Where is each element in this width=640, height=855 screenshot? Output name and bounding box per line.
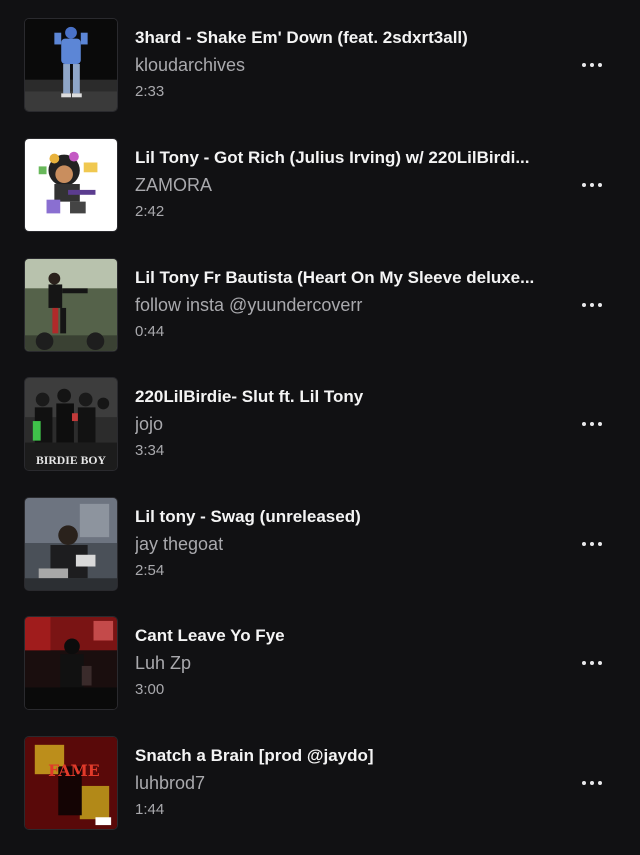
album-art[interactable]: FAME	[24, 736, 118, 830]
album-art[interactable]	[24, 497, 118, 591]
track-artist[interactable]: jojo	[135, 413, 555, 435]
track-artist[interactable]: luhbrod7	[135, 772, 555, 794]
track-row[interactable]: Lil tony - Swag (unreleased) jay thegoat…	[0, 497, 640, 597]
more-dot	[590, 63, 594, 67]
track-title[interactable]: Snatch a Brain [prod @jaydo]	[135, 745, 555, 767]
album-art[interactable]	[24, 616, 118, 710]
more-options-button[interactable]	[574, 52, 610, 78]
track-title[interactable]: 220LilBirdie- Slut ft. Lil Tony	[135, 386, 555, 408]
track-meta: Lil tony - Swag (unreleased) jay thegoat…	[135, 497, 555, 581]
more-options-button[interactable]	[574, 172, 610, 198]
track-row[interactable]: Cant Leave Yo Fye Luh Zp 3:00	[0, 616, 640, 716]
track-row[interactable]: Lil Tony - Got Rich (Julius Irving) w/ 2…	[0, 138, 640, 238]
more-dot	[590, 303, 594, 307]
track-artist[interactable]: follow insta @yuundercoverr	[135, 294, 555, 316]
track-list: 3hard - Shake Em' Down (feat. 2sdxrt3all…	[0, 0, 640, 855]
track-row[interactable]: Lil Tony Fr Bautista (Heart On My Sleeve…	[0, 258, 640, 358]
track-duration: 2:42	[135, 203, 165, 220]
more-dot	[598, 661, 602, 665]
track-duration: 0:44	[135, 323, 165, 340]
track-title[interactable]: Lil Tony - Got Rich (Julius Irving) w/ 2…	[135, 147, 555, 169]
more-horizontal-icon	[582, 542, 586, 546]
track-meta: Snatch a Brain [prod @jaydo] luhbrod7 1:…	[135, 736, 555, 820]
more-dot	[590, 781, 594, 785]
more-horizontal-icon	[582, 183, 586, 187]
track-title[interactable]: Lil tony - Swag (unreleased)	[135, 506, 555, 528]
more-dot	[598, 781, 602, 785]
more-dot	[598, 542, 602, 546]
more-dot	[598, 303, 602, 307]
more-dot	[598, 422, 602, 426]
album-art[interactable]: BIRDIE BOY	[24, 377, 118, 471]
more-options-button[interactable]	[574, 292, 610, 318]
track-duration: 2:54	[135, 562, 165, 579]
more-dot	[590, 661, 594, 665]
album-art[interactable]	[24, 258, 118, 352]
more-options-button[interactable]	[574, 531, 610, 557]
more-dot	[598, 183, 602, 187]
more-horizontal-icon	[582, 63, 586, 67]
album-art[interactable]	[24, 138, 118, 232]
album-art-text: FAME	[48, 761, 100, 780]
more-dot	[590, 542, 594, 546]
track-duration: 2:33	[135, 83, 165, 100]
more-options-button[interactable]	[574, 770, 610, 796]
more-horizontal-icon	[582, 303, 586, 307]
track-row[interactable]: 3hard - Shake Em' Down (feat. 2sdxrt3all…	[0, 18, 640, 118]
track-meta: Lil Tony - Got Rich (Julius Irving) w/ 2…	[135, 138, 555, 222]
album-art[interactable]	[24, 18, 118, 112]
track-meta: 220LilBirdie- Slut ft. Lil Tony jojo 3:3…	[135, 377, 555, 461]
more-dot	[590, 422, 594, 426]
track-row[interactable]: BIRDIE BOY 220LilBirdie- Slut ft. Lil To…	[0, 377, 640, 477]
track-duration: 3:34	[135, 442, 165, 459]
track-title[interactable]: Lil Tony Fr Bautista (Heart On My Sleeve…	[135, 267, 555, 289]
track-title[interactable]: 3hard - Shake Em' Down (feat. 2sdxrt3all…	[135, 27, 555, 49]
more-options-button[interactable]	[574, 411, 610, 437]
track-artist[interactable]: kloudarchives	[135, 54, 555, 76]
more-dot	[598, 63, 602, 67]
track-title[interactable]: Cant Leave Yo Fye	[135, 625, 555, 647]
track-row[interactable]: FAME Snatch a Brain [prod @jaydo] luhbro…	[0, 736, 640, 836]
more-dot	[590, 183, 594, 187]
track-duration: 3:00	[135, 681, 165, 698]
track-artist[interactable]: Luh Zp	[135, 652, 555, 674]
album-art-text: BIRDIE BOY	[36, 454, 107, 467]
more-horizontal-icon	[582, 781, 586, 785]
track-duration: 1:44	[135, 801, 165, 818]
track-meta: Lil Tony Fr Bautista (Heart On My Sleeve…	[135, 258, 555, 342]
track-artist[interactable]: ZAMORA	[135, 174, 555, 196]
track-meta: 3hard - Shake Em' Down (feat. 2sdxrt3all…	[135, 18, 555, 102]
track-artist[interactable]: jay thegoat	[135, 533, 555, 555]
track-meta: Cant Leave Yo Fye Luh Zp 3:00	[135, 616, 555, 700]
more-horizontal-icon	[582, 661, 586, 665]
more-options-button[interactable]	[574, 650, 610, 676]
more-horizontal-icon	[582, 422, 586, 426]
